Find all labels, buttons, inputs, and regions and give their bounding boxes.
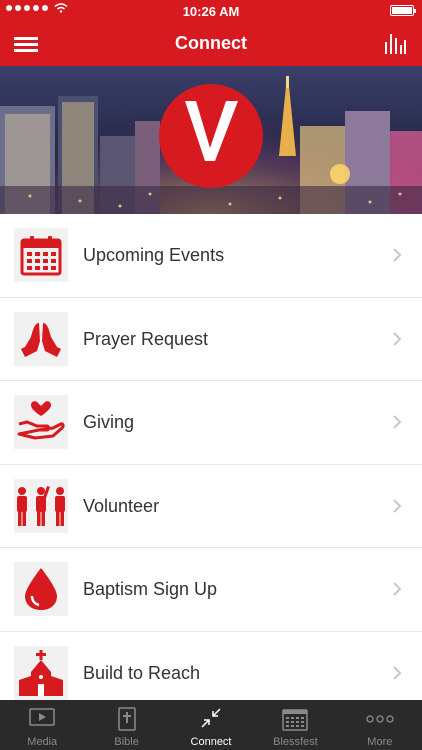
people-icon bbox=[14, 478, 68, 533]
chevron-right-icon bbox=[393, 498, 402, 513]
calendar-icon bbox=[282, 709, 309, 731]
battery-icon bbox=[390, 5, 416, 16]
list-item-label: Baptism Sign Up bbox=[83, 579, 218, 599]
tab-label: Bible bbox=[114, 736, 139, 748]
list-item-baptism-sign-up[interactable]: Baptism Sign Up bbox=[0, 548, 422, 632]
list-item-giving[interactable]: Giving bbox=[0, 381, 422, 465]
hero-banner bbox=[0, 66, 422, 214]
praying-hands-icon bbox=[14, 311, 68, 366]
status-time: 10:26 AM bbox=[182, 4, 240, 19]
list-item-label: Prayer Request bbox=[83, 328, 209, 349]
water-drop-icon bbox=[14, 562, 68, 616]
connect-icon bbox=[201, 708, 221, 728]
church-icon bbox=[14, 645, 68, 700]
tab-blessfest[interactable]: Blessfest bbox=[253, 700, 337, 750]
tab-label: More bbox=[367, 736, 393, 748]
list-item-label: Giving bbox=[83, 412, 135, 432]
tab-bar: Media Bible Connect Blessfest More bbox=[0, 700, 422, 750]
calendar-icon bbox=[14, 228, 68, 282]
tab-label: Media bbox=[27, 736, 58, 748]
bar-chart-icon[interactable] bbox=[384, 32, 406, 54]
chevron-right-icon bbox=[393, 248, 402, 262]
tab-label: Connect bbox=[190, 736, 232, 748]
status-bar: 10:26 AM bbox=[0, 0, 422, 22]
tab-connect[interactable]: Connect bbox=[169, 700, 253, 750]
tab-media[interactable]: Media bbox=[0, 700, 84, 750]
chevron-right-icon bbox=[393, 331, 402, 346]
chevron-right-icon bbox=[393, 582, 402, 596]
page-title: Connect bbox=[175, 33, 247, 53]
tab-label: Blessfest bbox=[273, 736, 318, 748]
chevron-right-icon bbox=[393, 665, 402, 680]
list-item-label: Upcoming Events bbox=[83, 245, 225, 265]
list-item-upcoming-events[interactable]: Upcoming Events bbox=[0, 214, 422, 298]
chevron-right-icon bbox=[393, 415, 402, 429]
tab-more[interactable]: More bbox=[338, 700, 422, 750]
tab-bible[interactable]: Bible bbox=[84, 700, 168, 750]
play-icon bbox=[29, 708, 55, 726]
connect-menu-list: Upcoming Events Prayer Request Giving Vo… bbox=[0, 214, 422, 715]
list-item-label: Volunteer bbox=[83, 495, 160, 516]
list-item-label: Build to Reach bbox=[83, 662, 201, 683]
more-icon bbox=[366, 715, 394, 723]
city-skyline-image bbox=[0, 66, 422, 214]
list-item-prayer-request[interactable]: Prayer Request bbox=[0, 297, 422, 381]
bible-icon bbox=[117, 707, 136, 731]
nav-bar: Connect bbox=[0, 22, 422, 66]
heart-hand-icon bbox=[14, 395, 68, 449]
list-item-volunteer[interactable]: Volunteer bbox=[0, 464, 422, 548]
